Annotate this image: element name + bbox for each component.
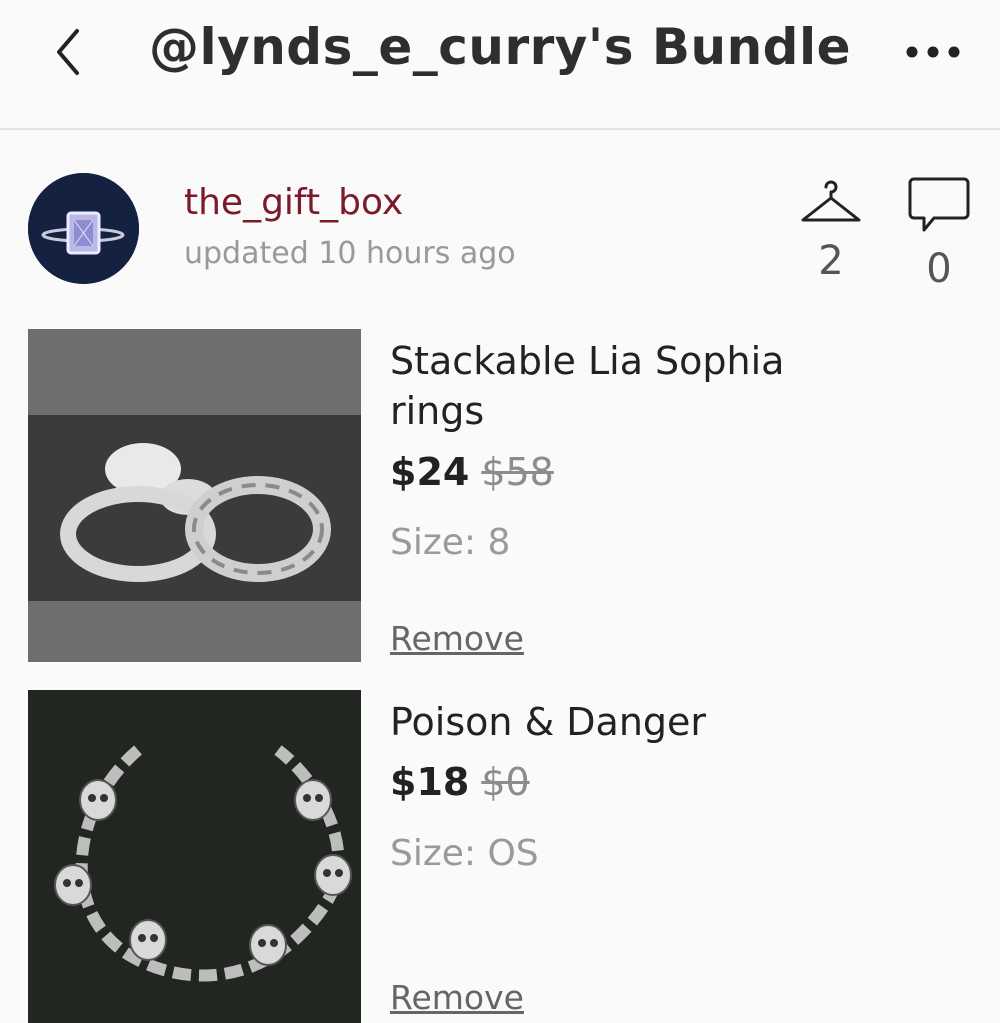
- comments-button[interactable]: 0: [905, 176, 973, 292]
- more-horizontal-icon: [906, 46, 960, 58]
- item-size: Size: OS: [390, 833, 539, 874]
- item-title[interactable]: Stackable Lia Sophia rings: [390, 336, 810, 436]
- likes-count: 2: [818, 238, 844, 284]
- item-image-bracelet[interactable]: [28, 690, 361, 1023]
- current-price: $24: [390, 450, 470, 494]
- more-options-button[interactable]: [900, 30, 966, 74]
- rings-photo: [28, 329, 361, 662]
- original-price: $0: [481, 760, 530, 804]
- original-price: $58: [481, 450, 554, 494]
- seller-avatar[interactable]: [28, 173, 139, 284]
- updated-timestamp: updated 10 hours ago: [184, 236, 516, 271]
- item-price: $18 $0: [390, 760, 530, 804]
- ring-avatar-image: [28, 173, 139, 284]
- item-size: Size: 8: [390, 522, 511, 563]
- current-price: $18: [390, 760, 470, 804]
- seller-username[interactable]: the_gift_box: [184, 182, 403, 223]
- hanger-icon: [801, 180, 861, 222]
- item-image-rings[interactable]: [28, 329, 361, 662]
- item-title[interactable]: Poison & Danger: [390, 697, 810, 747]
- likes-button[interactable]: 2: [795, 176, 867, 284]
- comments-count: 0: [926, 246, 952, 292]
- top-nav-bar: @lynds_e_curry's Bundle: [0, 0, 1000, 130]
- remove-button[interactable]: Remove: [390, 619, 524, 658]
- comment-icon: [908, 177, 970, 232]
- page-title: @lynds_e_curry's Bundle: [148, 18, 852, 76]
- skull-bracelet-photo: [28, 690, 361, 1023]
- item-price: $24 $58: [390, 450, 554, 494]
